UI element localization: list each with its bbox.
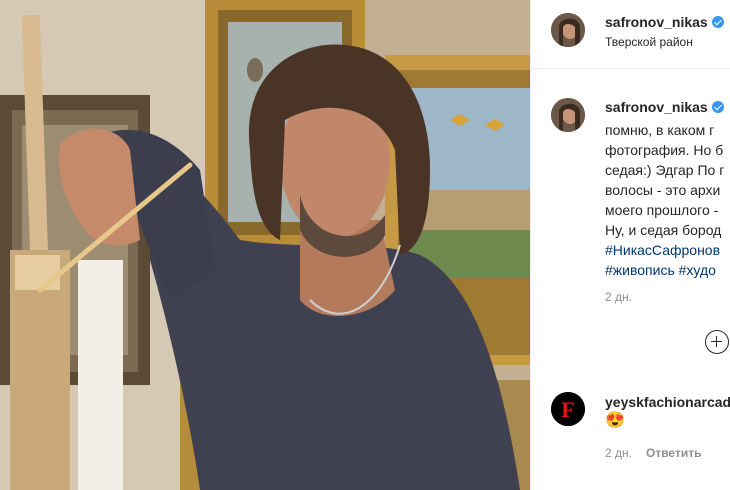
caption-line: волосы - это архи [605,182,721,198]
author-face-icon [551,13,585,47]
verified-badge-icon [711,16,724,28]
caption-line: седая:) Эдгар По г [605,162,725,178]
caption-line: моего прошлого - [605,202,719,218]
author-face-icon [551,98,585,132]
letter-f-logo-icon: F [551,392,585,426]
caption-line: Ну, и седая бород [605,222,722,238]
painter-at-easel-image [0,0,530,490]
caption-author-link[interactable]: safronov_nikas [605,99,724,115]
post-header: safronov_nikas Тверской район [531,0,730,69]
post-photo[interactable] [0,0,530,490]
author-avatar[interactable] [551,13,585,47]
caption-line: фотография. Но б [605,142,724,158]
verified-badge-icon [711,101,724,113]
caption-line: помню, в каком г [605,122,715,138]
commenter-username[interactable]: yeyskfachionarcad [605,394,730,410]
caption-author-avatar[interactable] [551,98,585,132]
comment-timestamp[interactable]: 2 дн. [605,446,632,460]
caption-author-username: safronov_nikas [605,99,708,115]
commenter-avatar[interactable]: F [551,392,585,426]
author-username-link[interactable]: safronov_nikas [605,14,724,30]
hashtag-link[interactable]: #НикасСафронов [605,240,730,260]
post-details-panel: safronov_nikas Тверской район safronov_n… [530,0,730,490]
post-timestamp[interactable]: 2 дн. [605,290,632,304]
reply-button[interactable]: Ответить [646,446,701,460]
svg-text:F: F [561,397,574,422]
post-caption: помню, в каком г фотография. Но б седая:… [605,120,730,280]
plus-circle-icon[interactable] [705,330,729,354]
comment-text: 😍 [605,412,625,429]
hashtag-link[interactable]: #живопись #худо [605,260,730,280]
location-link[interactable]: Тверской район [605,35,693,49]
author-username: safronov_nikas [605,14,708,30]
